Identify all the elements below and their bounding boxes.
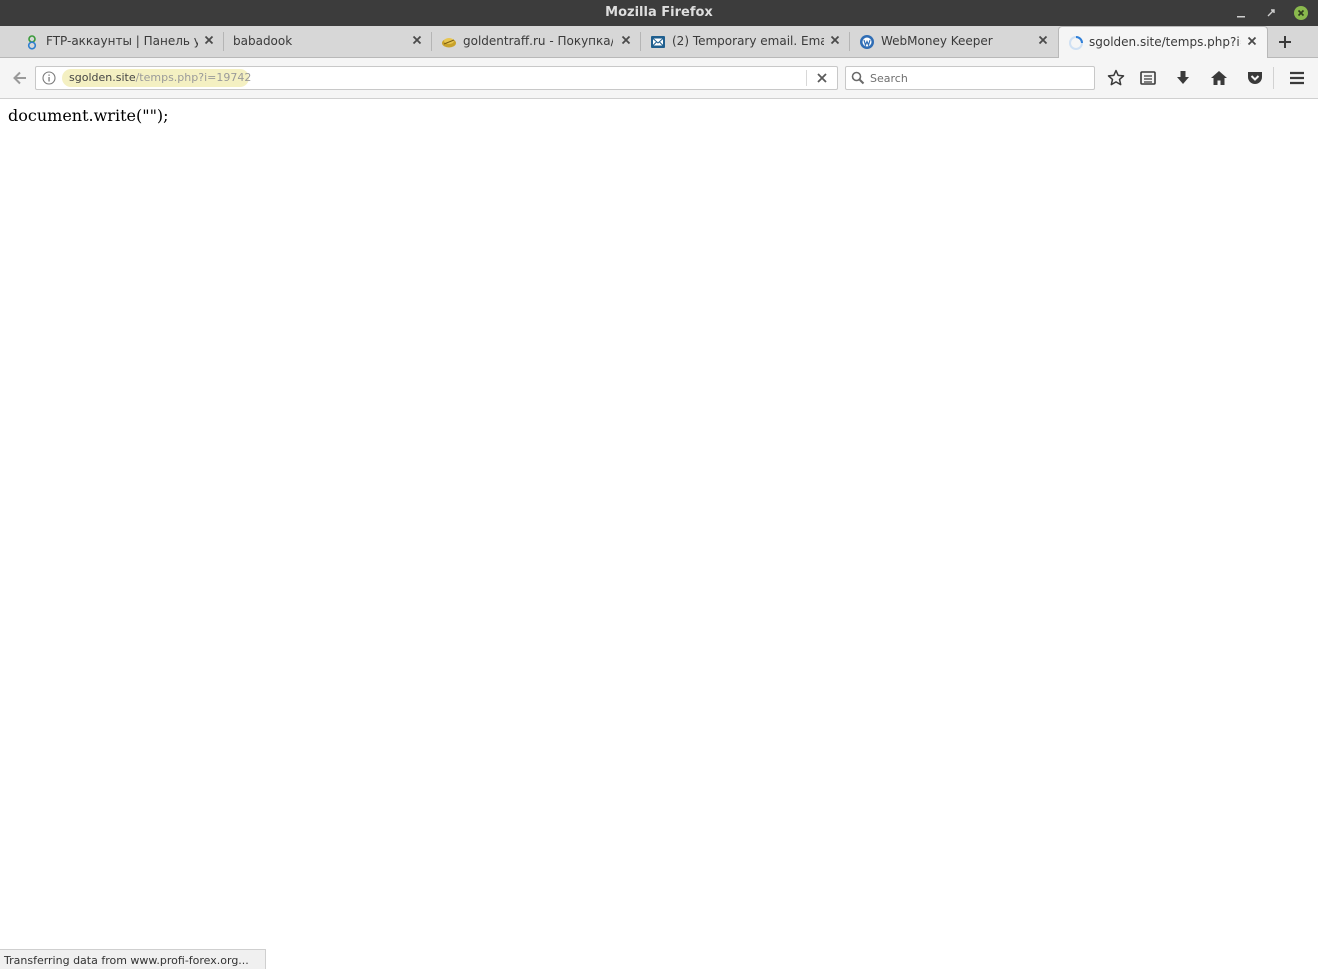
search-icon [851, 71, 865, 85]
downloads-icon[interactable] [1173, 68, 1193, 88]
tab-strip: FTP-аккаунты | Панель упр babadook golde… [0, 26, 1318, 58]
tab-temp-email[interactable]: (2) Temporary email. Email fo [641, 26, 850, 57]
tab-label: WebMoney Keeper [881, 34, 993, 48]
tab-sgolden-active[interactable]: sgolden.site/temps.php?i=19 [1058, 26, 1268, 58]
page-content: document.write(""); [0, 99, 1318, 969]
new-tab-icon[interactable] [1276, 33, 1294, 51]
close-window-icon[interactable] [1294, 6, 1308, 20]
toolbar-divider [1273, 67, 1274, 89]
close-tab-icon[interactable] [828, 33, 842, 47]
close-tab-icon[interactable] [1036, 33, 1050, 47]
webmoney-favicon-icon [860, 35, 874, 49]
tab-babadook[interactable]: babadook [224, 26, 432, 57]
page-body-text: document.write(""); [8, 106, 169, 125]
gauge-favicon-icon [27, 35, 37, 50]
search-input[interactable]: Search [870, 72, 908, 85]
tab-label: FTP-аккаунты | Панель упр [46, 34, 198, 48]
url-text[interactable]: sgolden.site/temps.php?i=19742 [69, 71, 251, 84]
bookmark-star-icon[interactable] [1106, 68, 1126, 88]
hamburger-menu-icon[interactable] [1287, 68, 1307, 88]
tab-label: sgolden.site/temps.php?i=19 [1089, 35, 1241, 49]
restore-icon[interactable] [1264, 6, 1278, 20]
url-divider [806, 70, 807, 86]
stop-icon[interactable] [816, 72, 828, 84]
navigation-bar: sgolden.site/temps.php?i=19742 Search [0, 58, 1318, 99]
url-path: /temps.php?i=19742 [135, 71, 252, 84]
tab-label: goldentraff.ru - Покупка/пр [463, 34, 613, 48]
url-bar[interactable]: sgolden.site/temps.php?i=19742 [35, 66, 838, 90]
search-bar[interactable]: Search [845, 66, 1095, 90]
close-tab-icon[interactable] [202, 33, 216, 47]
close-tab-icon[interactable] [1245, 34, 1259, 48]
mail-favicon-icon [651, 36, 665, 48]
close-tab-icon[interactable] [410, 33, 424, 47]
loading-spinner-icon [1069, 36, 1083, 50]
back-icon[interactable] [10, 68, 30, 88]
tab-label: (2) Temporary email. Email fo [672, 34, 824, 48]
info-icon[interactable] [42, 71, 56, 85]
url-domain: sgolden.site [69, 71, 136, 84]
tab-webmoney[interactable]: WebMoney Keeper [850, 26, 1058, 57]
close-tab-icon[interactable] [619, 33, 633, 47]
tab-goldentraff[interactable]: goldentraff.ru - Покупка/пр [432, 26, 641, 57]
tab-label: babadook [233, 34, 293, 48]
minimize-icon[interactable] [1234, 6, 1248, 20]
status-bar: Transferring data from www.profi-forex.o… [0, 949, 266, 969]
window-titlebar: Mozilla Firefox [0, 0, 1318, 26]
window-title: Mozilla Firefox [605, 5, 713, 20]
gold-favicon-icon [442, 38, 456, 48]
bookmarks-menu-icon[interactable] [1138, 68, 1158, 88]
pocket-icon[interactable] [1245, 68, 1265, 88]
tab-ftp[interactable]: FTP-аккаунты | Панель упр [20, 26, 224, 57]
home-icon[interactable] [1209, 68, 1229, 88]
